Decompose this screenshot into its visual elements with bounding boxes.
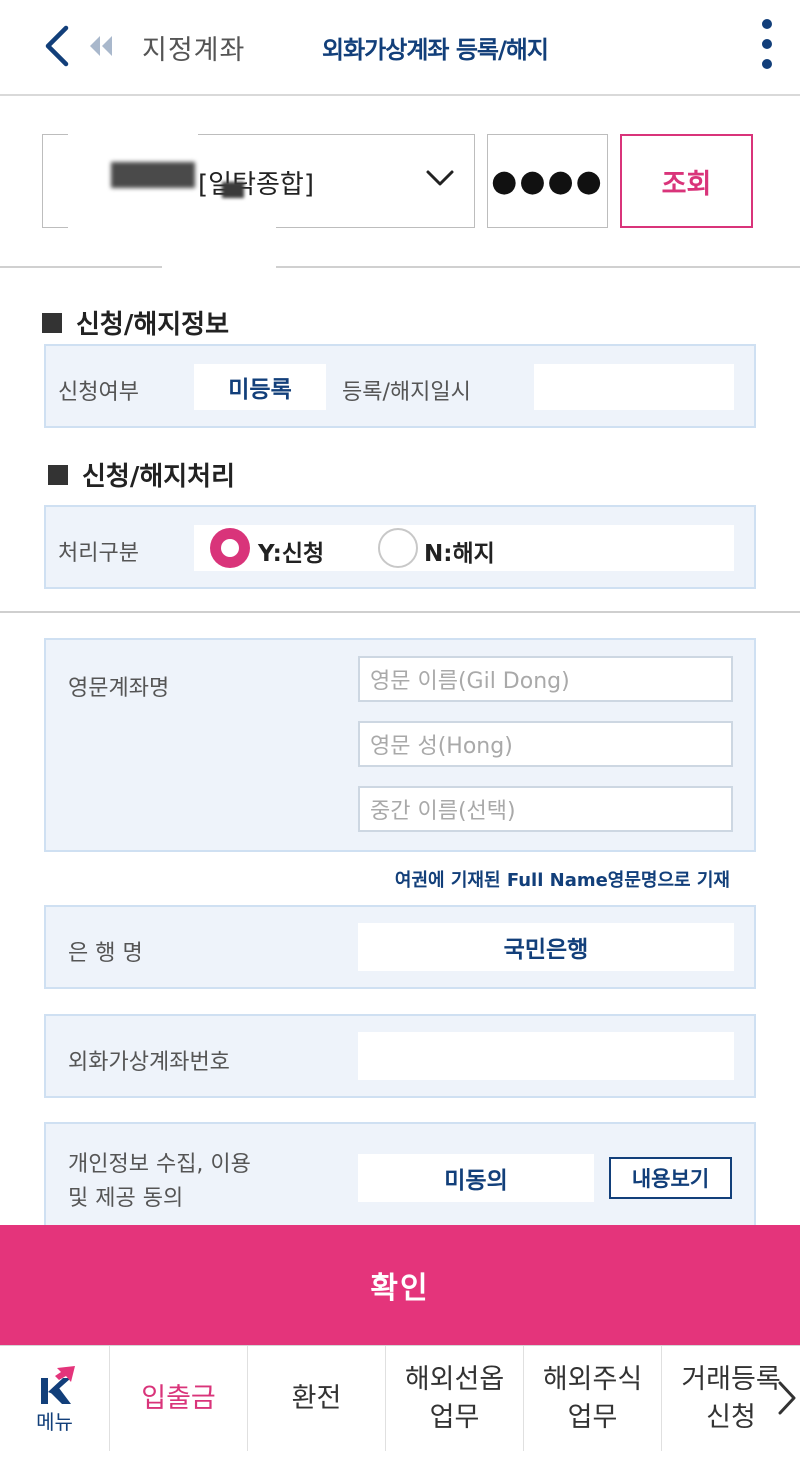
redacted-account-number: [111, 162, 195, 188]
virtual-account-panel: 외화가상계좌번호: [44, 1014, 756, 1098]
bottom-nav: 메뉴 입출금 환전 해외선옵 업무 해외주식 업무 거래등록 신청: [0, 1345, 800, 1462]
virtual-account-value: [358, 1032, 734, 1080]
english-name-label: 영문계좌명: [68, 676, 170, 701]
section-divider: [0, 611, 800, 613]
radio-no-label[interactable]: N:해지: [424, 534, 495, 568]
view-details-button[interactable]: 내용보기: [609, 1157, 732, 1199]
info-panel: 신청여부 미등록 등록/해지일시: [44, 344, 756, 428]
header-subtitle[interactable]: 지정계좌: [142, 28, 245, 67]
english-last-name-input[interactable]: 영문 성(Hong): [358, 721, 733, 767]
radio-yes-label[interactable]: Y:신청: [258, 534, 324, 568]
chevron-left-icon[interactable]: [38, 22, 78, 70]
chevron-down-icon[interactable]: [425, 168, 455, 190]
english-name-note: 여권에 기재된 Full Name영문명으로 기재: [394, 870, 730, 891]
password-field[interactable]: ●●●●: [487, 134, 608, 228]
english-first-name-input[interactable]: 영문 이름(Gil Dong): [358, 656, 733, 702]
radio-group: Y:신청 N:해지: [194, 525, 734, 571]
redacted-mark: [222, 182, 244, 198]
confirm-button[interactable]: 확인: [0, 1225, 800, 1345]
apply-status-value: 미등록: [194, 364, 326, 410]
square-bullet-icon: [48, 464, 68, 485]
page-title: 외화가상계좌 등록/해지: [322, 36, 549, 64]
nav-item-deposit-withdraw[interactable]: 입출금: [110, 1346, 248, 1451]
app-header: 지정계좌 외화가상계좌 등록/해지: [0, 0, 800, 96]
bank-name-label: 은 행 명: [68, 941, 143, 966]
bank-panel: 은 행 명 국민은행: [44, 905, 756, 989]
nav-menu[interactable]: 메뉴: [0, 1346, 110, 1451]
apply-status-label: 신청여부: [58, 380, 139, 405]
virtual-account-label: 외화가상계좌번호: [68, 1050, 230, 1075]
section-title-info: 신청/해지정보: [42, 304, 229, 341]
chevron-right-icon[interactable]: [776, 1380, 798, 1416]
radio-no[interactable]: [378, 528, 418, 568]
account-type-label: [일탁종합]: [198, 170, 314, 200]
square-bullet-icon: [42, 312, 62, 333]
nav-item-overseas-stocks[interactable]: 해외주식 업무: [524, 1346, 662, 1451]
consent-status-value: 미동의: [358, 1154, 594, 1202]
consent-label: 개인정보 수집, 이용 및 제공 동의: [68, 1152, 251, 1211]
nav-item-exchange[interactable]: 환전: [248, 1346, 386, 1451]
account-bar: [일탁종합] ●●●● 조회: [0, 98, 800, 270]
section-title-process: 신청/해지처리: [48, 456, 235, 493]
process-panel: 처리구분 Y:신청 N:해지: [44, 505, 756, 589]
radio-yes[interactable]: [210, 528, 250, 568]
nav-item-overseas-futures[interactable]: 해외선옵 업무: [386, 1346, 524, 1451]
bank-name-value: 국민은행: [358, 923, 734, 971]
k-logo-icon: [40, 1365, 75, 1404]
datetime-value: [534, 364, 734, 410]
kebab-menu-icon[interactable]: [752, 18, 782, 72]
double-chevron-left-icon[interactable]: [88, 34, 114, 58]
english-middle-name-input[interactable]: 중간 이름(선택): [358, 786, 733, 832]
datetime-label: 등록/해지일시: [342, 380, 471, 405]
process-type-label: 처리구분: [58, 541, 139, 566]
query-button[interactable]: 조회: [620, 134, 753, 228]
